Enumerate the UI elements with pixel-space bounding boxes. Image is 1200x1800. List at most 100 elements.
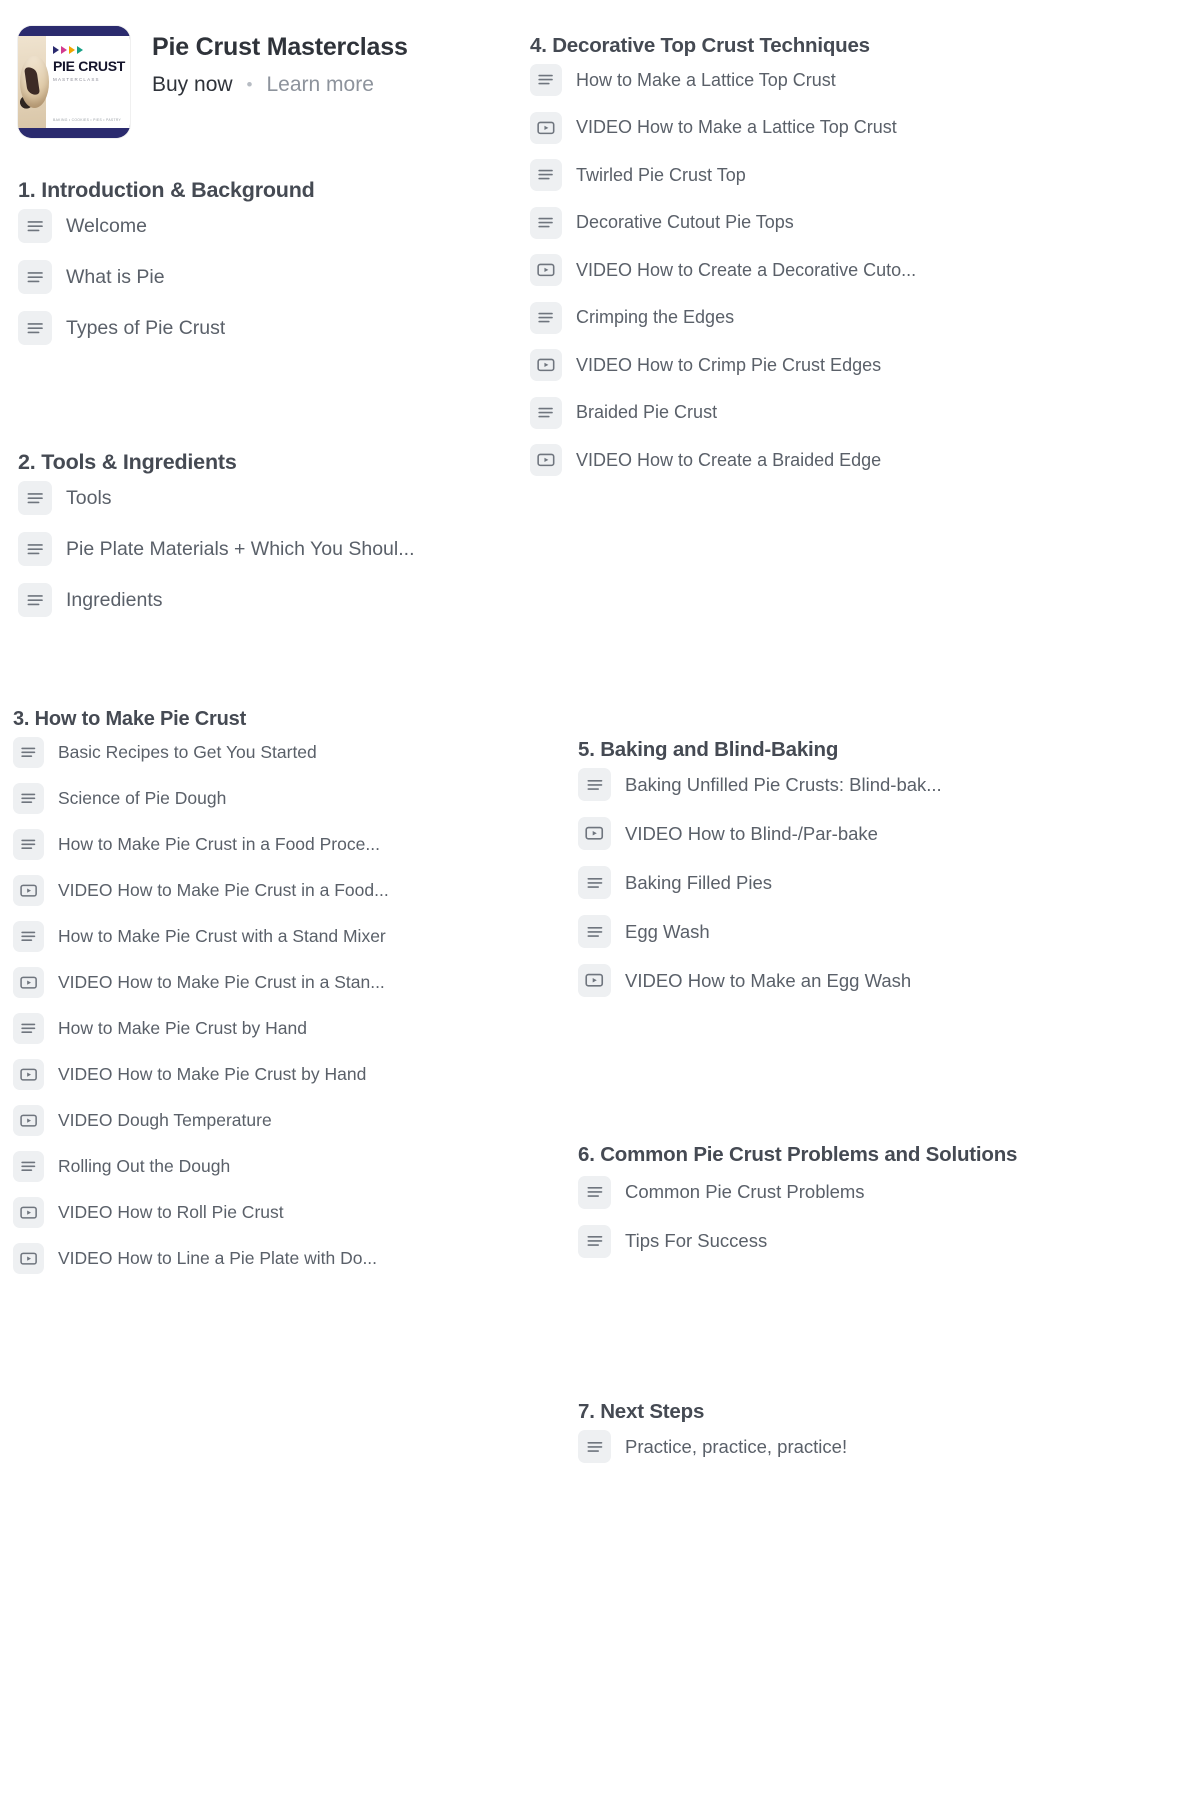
section-heading: 1. Introduction & Background [18,178,315,202]
thumbnail-brand-title: PIE CRUST [53,58,125,74]
list-item-label: Baking Unfilled Pie Crusts: Blind-bak... [625,773,942,795]
list-item[interactable]: VIDEO How to Make Pie Crust in a Food... [13,875,525,906]
separator-dot: • [246,75,253,94]
list-item-label: VIDEO How to Blind-/Par-bake [625,822,878,844]
lesson-lines-icon [18,260,52,294]
video-play-icon [578,964,611,997]
video-play-icon [530,111,562,144]
list-item[interactable]: Crimping the Edges [530,301,1030,334]
lesson-lines-icon [13,829,44,860]
list-item-label: Tips For Success [625,1230,768,1252]
section-common-problems: 6. Common Pie Crust Problems and Solutio… [578,1140,1018,1274]
list-item[interactable]: How to Make Pie Crust by Hand [13,1013,525,1044]
list-item-label: VIDEO How to Make Pie Crust in a Stan... [58,972,385,992]
section-items: How to Make a Lattice Top Crust VIDEO How… [530,64,1030,476]
list-item-label: Decorative Cutout Pie Tops [576,212,794,232]
list-item[interactable]: VIDEO How to Line a Pie Plate with Do... [13,1243,525,1274]
list-item[interactable]: Science of Pie Dough [13,783,525,814]
list-item[interactable]: Pie Plate Materials + Which You Shoul... [18,532,530,566]
list-item-label: Practice, practice, practice! [625,1435,848,1457]
lesson-lines-icon [18,209,52,243]
section-items: Tools Pie Plate Materials + Which You Sho… [18,481,530,617]
list-item[interactable]: Practice, practice, practice! [578,1430,1068,1463]
list-item[interactable]: Decorative Cutout Pie Tops [530,206,1030,239]
list-item-label: Welcome [66,214,147,237]
thumbnail-brand-footer: BAKING • COOKIES • PIES • PASTRY [53,118,122,122]
list-item-label: Basic Recipes to Get You Started [58,742,317,762]
list-item[interactable]: VIDEO How to Blind-/Par-bake [578,817,1068,850]
list-item[interactable]: Twirled Pie Crust Top [530,159,1030,191]
list-item[interactable]: How to Make a Lattice Top Crust [530,64,1030,96]
list-item-label: Ingredients [66,588,163,611]
list-item-label: Egg Wash [625,920,710,942]
lesson-lines-icon [578,1175,611,1209]
list-item[interactable]: Common Pie Crust Problems [578,1175,1018,1209]
list-item[interactable]: How to Make Pie Crust in a Food Proce... [13,829,525,860]
list-item[interactable]: Ingredients [18,583,530,617]
lesson-lines-icon [13,737,44,768]
list-item[interactable]: VIDEO How to Create a Braided Edge [530,444,1030,476]
list-item[interactable]: VIDEO How to Make an Egg Wash [578,964,1068,997]
section-heading: 6. Common Pie Crust Problems and Solutio… [578,1143,1018,1166]
lesson-lines-icon [530,206,562,239]
video-play-icon [13,875,44,906]
list-item[interactable]: Rolling Out the Dough [13,1151,525,1182]
list-item[interactable]: VIDEO How to Create a Decorative Cuto... [530,254,1030,286]
list-item[interactable]: Baking Unfilled Pie Crusts: Blind-bak... [578,768,1068,801]
list-item-label: How to Make Pie Crust by Hand [58,1018,307,1038]
list-item[interactable]: VIDEO How to Roll Pie Crust [13,1197,525,1228]
list-item-label: VIDEO How to Roll Pie Crust [58,1202,284,1222]
list-item[interactable]: Braided Pie Crust [530,396,1030,429]
list-item[interactable]: Types of Pie Crust [18,311,530,345]
list-item[interactable]: VIDEO How to Make Pie Crust in a Stan... [13,967,525,998]
section-heading: 3. How to Make Pie Crust [13,708,247,730]
list-item[interactable]: Basic Recipes to Get You Started [13,737,525,768]
list-item[interactable]: How to Make Pie Crust with a Stand Mixer [13,921,525,952]
list-item-label: What is Pie [66,265,165,288]
video-play-icon [530,349,562,381]
lesson-lines-icon [530,159,562,191]
lesson-lines-icon [13,1151,44,1182]
buy-now-link[interactable]: Buy now [152,74,233,95]
lesson-lines-icon [18,583,52,617]
video-play-icon [530,444,562,476]
list-item[interactable]: VIDEO How to Crimp Pie Crust Edges [530,349,1030,381]
section-heading: 4. Decorative Top Crust Techniques [530,34,870,57]
lesson-lines-icon [578,1430,611,1463]
list-item-label: VIDEO How to Create a Decorative Cuto... [576,259,917,280]
list-item-label: VIDEO How to Line a Pie Plate with Do... [58,1248,378,1268]
lesson-lines-icon [578,1224,611,1258]
list-item[interactable]: Tools [18,481,530,515]
list-item[interactable]: Baking Filled Pies [578,866,1068,899]
section-heading: 2. Tools & Ingredients [18,450,237,474]
thumbnail-border-top [18,26,130,36]
list-item[interactable]: Welcome [18,209,530,243]
video-play-icon [13,1243,44,1274]
list-item-label: Pie Plate Materials + Which You Shoul... [66,537,415,560]
list-item-label: VIDEO How to Make Pie Crust by Hand [58,1064,367,1084]
list-item[interactable]: What is Pie [18,260,530,294]
page-title: Pie Crust Masterclass [152,33,408,61]
list-item-label: Twirled Pie Crust Top [576,164,746,185]
section-items: Welcome What is Pie Types of Pie Crust [18,209,530,345]
video-play-icon [530,254,562,286]
list-item[interactable]: Tips For Success [578,1224,1018,1258]
lesson-lines-icon [578,915,611,948]
thumbnail-brand-subtitle: MASTERCLASS [53,77,100,82]
section-baking: 5. Baking and Blind-Baking Baking Unfill… [578,738,1068,1013]
section-introduction: 1. Introduction & Background Welcome What… [18,178,530,362]
thumbnail-border-bottom [18,128,130,138]
lesson-lines-icon [18,311,52,345]
section-items: Basic Recipes to Get You Started Science … [13,737,525,1274]
list-item-label: VIDEO How to Make an Egg Wash [625,969,912,991]
lesson-lines-icon [530,301,562,334]
list-item-label: Braided Pie Crust [576,402,718,422]
list-item[interactable]: VIDEO How to Make a Lattice Top Crust [530,111,1030,144]
list-item[interactable]: VIDEO How to Make Pie Crust by Hand [13,1059,525,1090]
list-item-label: Rolling Out the Dough [58,1156,231,1176]
list-item[interactable]: Egg Wash [578,915,1068,948]
product-header: PIE CRUST MASTERCLASS BAKING • COOKIES •… [18,26,408,138]
learn-more-link[interactable]: Learn more [267,74,374,95]
list-item[interactable]: VIDEO Dough Temperature [13,1105,525,1136]
list-item-label: Common Pie Crust Problems [625,1181,865,1203]
